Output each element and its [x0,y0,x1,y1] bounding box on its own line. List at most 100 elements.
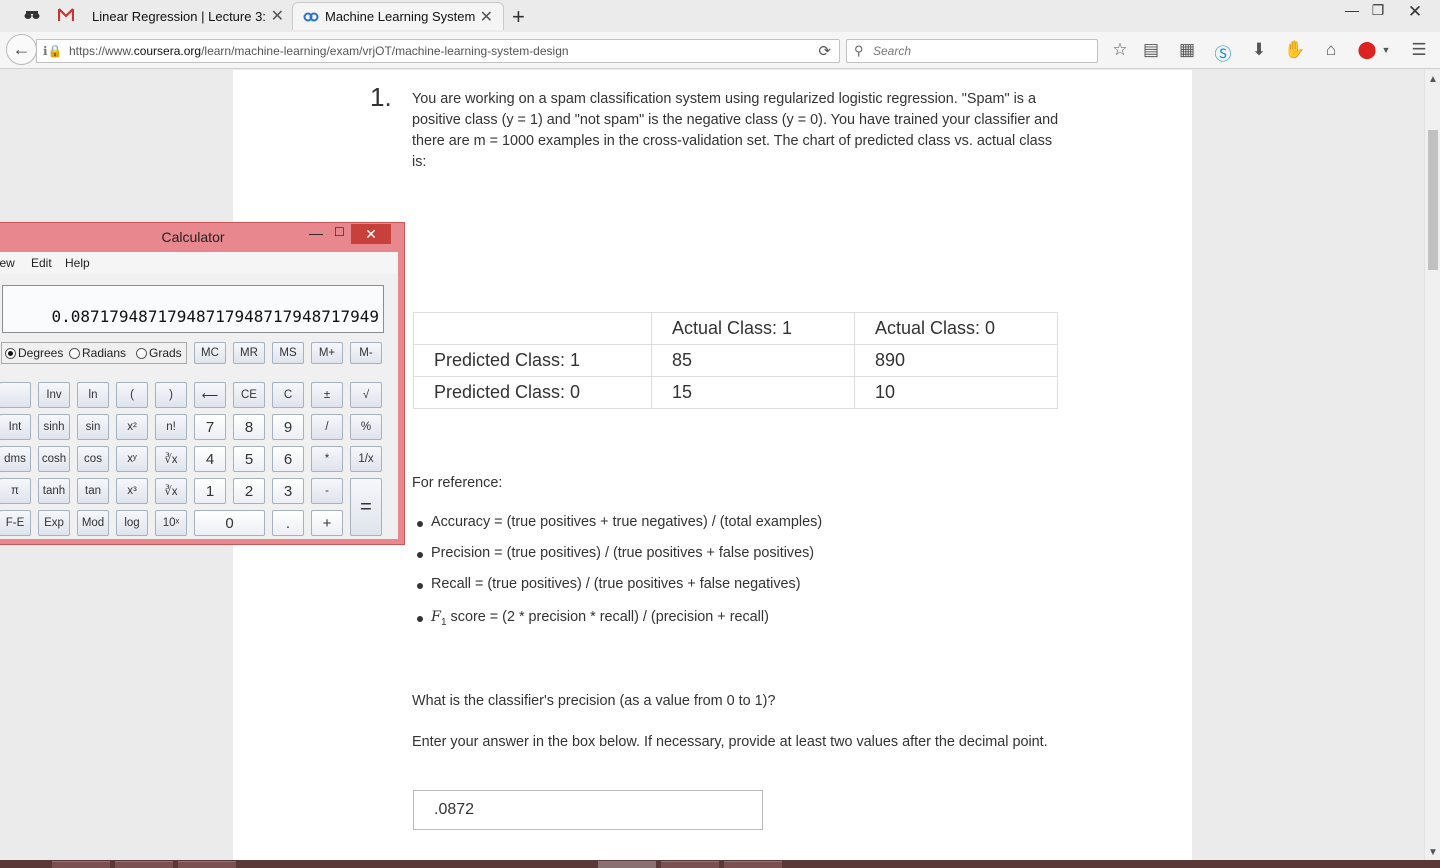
menu-item-help[interactable]: Help [65,256,90,270]
close-icon[interactable]: ✕ [271,6,284,26]
tab-ml-system-design[interactable]: Machine Learning System ... ✕ [292,2,504,30]
taskbar-button[interactable] [178,861,236,868]
calc-key[interactable]: 2 [233,478,265,504]
calc-key[interactable]: Mod [77,510,109,536]
table-cell: Predicted Class: 1 [413,344,652,377]
calc-key[interactable]: 1/x [350,446,382,472]
taskbar-button[interactable] [598,861,656,868]
calc-key[interactable]: 10ˣ [155,510,187,536]
calc-key[interactable]: ∛x [155,446,187,472]
calc-key[interactable]: ) [155,382,187,408]
display-value: 0.08717948717948717948717948717949 [51,307,379,326]
reload-icon[interactable]: ⟳ [818,42,831,60]
calc-key[interactable]: n! [155,414,187,440]
calc-key[interactable]: 0 [194,510,265,536]
calc-key[interactable]: cos [77,446,109,472]
scroll-thumb[interactable] [1428,130,1438,270]
menu-item-edit[interactable]: Edit [31,256,52,270]
calc-key[interactable]: % [350,414,382,440]
new-tab-icon[interactable]: + [512,4,525,30]
calc-key[interactable] [0,382,31,408]
calc-key[interactable]: C [272,382,304,408]
calc-key[interactable]: * [311,446,343,472]
calculator-window[interactable]: Calculator — ☐ ✕ View Edit Help 0.087179… [0,222,405,545]
table-cell: 85 [651,344,855,377]
url-text: https://www.coursera.org/learn/machine-l… [69,44,569,58]
menu-item-view[interactable]: View [0,256,15,270]
maximize-icon[interactable]: ☐ [334,225,345,239]
calc-key[interactable]: / [311,414,343,440]
back-button[interactable]: ← [6,34,37,65]
bookmark-star-icon[interactable]: ☆ [1109,40,1131,60]
calc-key[interactable]: x³ [116,478,148,504]
taskbar-button[interactable] [661,861,719,868]
page-scrollbar[interactable]: ▲ ▼ [1424,70,1440,860]
restore-icon[interactable]: ❐ [1363,2,1393,19]
calc-key[interactable]: M+ [311,342,343,364]
calc-key[interactable]: ln [77,382,109,408]
menu-icon[interactable]: ☰ [1408,40,1430,60]
calc-key[interactable]: log [116,510,148,536]
calc-key[interactable]: + [311,510,343,536]
calc-key[interactable]: dms [0,446,31,472]
calc-key[interactable]: ⟵ [194,382,226,408]
apps-grid-icon[interactable]: ▦ [1176,40,1198,60]
radio-degrees[interactable]: Degrees [5,346,63,360]
calc-key[interactable]: CE [233,382,265,408]
scroll-down-icon[interactable]: ▼ [1428,847,1438,858]
calc-key[interactable]: = [350,478,382,536]
radio-grads[interactable]: Grads [136,346,182,360]
radio-radians[interactable]: Radians [69,346,126,360]
close-icon[interactable]: ✕ [480,7,493,27]
calc-key[interactable]: MR [233,342,265,364]
chevron-down-icon[interactable]: ▼ [1375,45,1397,55]
tab-linear-regression[interactable]: Linear Regression | Lecture 3: L... ✕ [84,2,294,30]
calc-key[interactable]: xʸ [116,446,148,472]
taskbar-button[interactable] [724,861,782,868]
calc-key[interactable]: cosh [38,446,70,472]
calc-key[interactable]: π [0,478,31,504]
calc-key[interactable]: tanh [38,478,70,504]
taskbar-button[interactable] [52,861,110,868]
calc-key[interactable]: Exp [38,510,70,536]
calc-key[interactable]: 9 [272,414,304,440]
calc-key[interactable]: Inv [38,382,70,408]
calc-key[interactable]: - [311,478,343,504]
navigation-bar: ℹ🔒 https://www.coursera.org/learn/machin… [0,32,1440,69]
calc-key[interactable]: 4 [194,446,226,472]
skype-icon[interactable]: Ⓢ [1212,40,1234,65]
close-icon[interactable]: ✕ [351,224,391,244]
calc-key[interactable]: sin [77,414,109,440]
calc-key[interactable]: 1 [194,478,226,504]
calc-key[interactable]: tan [77,478,109,504]
calc-key[interactable]: F-E [0,510,31,536]
calc-key[interactable]: MS [272,342,304,364]
calc-key[interactable]: 5 [233,446,265,472]
calc-key[interactable]: √ [350,382,382,408]
reading-list-icon[interactable]: ▤ [1140,40,1162,60]
calc-key[interactable]: ∛x [155,478,187,504]
url-bar[interactable]: ℹ🔒 https://www.coursera.org/learn/machin… [36,39,840,63]
calc-key[interactable]: sinh [38,414,70,440]
extension-icon[interactable]: ✋ [1284,40,1306,60]
home-icon[interactable]: ⌂ [1320,40,1342,60]
close-window-icon[interactable]: ✕ [1400,2,1430,22]
calc-key[interactable]: 3 [272,478,304,504]
minimize-icon[interactable]: — [309,225,323,241]
calc-key[interactable]: MC [194,342,226,364]
calc-key[interactable]: M- [350,342,382,364]
scroll-up-icon[interactable]: ▲ [1428,74,1438,85]
search-input[interactable]: ⚲ Search [846,39,1098,63]
calc-key[interactable]: x² [116,414,148,440]
calc-key[interactable]: 7 [194,414,226,440]
taskbar-button[interactable] [115,861,173,868]
calc-key[interactable]: ( [116,382,148,408]
calc-key[interactable]: 6 [272,446,304,472]
calc-key[interactable]: Int [0,414,31,440]
calc-key[interactable]: 8 [233,414,265,440]
answer-instructions: Enter your answer in the box below. If n… [412,734,1048,750]
download-icon[interactable]: ⬇ [1248,40,1270,60]
answer-input[interactable] [413,790,763,830]
calc-key[interactable]: ± [311,382,343,408]
calc-key[interactable]: . [272,510,304,536]
